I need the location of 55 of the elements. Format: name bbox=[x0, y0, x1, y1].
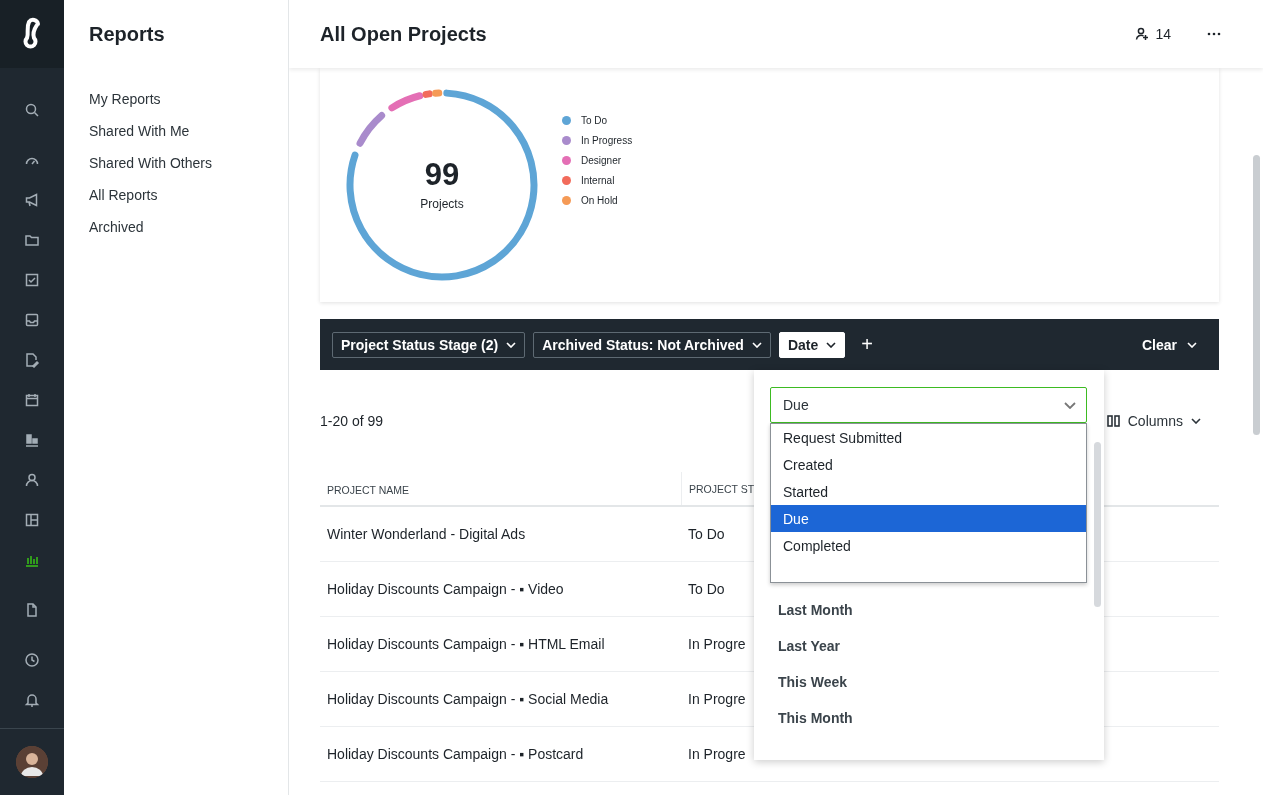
chevron-icon bbox=[506, 341, 517, 348]
dropdown-option[interactable]: Request Submitted bbox=[771, 424, 1086, 451]
dropdown-option[interactable]: Completed bbox=[771, 532, 1086, 559]
sidebar-title: Reports bbox=[88, 21, 166, 47]
avatar[interactable] bbox=[16, 746, 48, 778]
date-range-option[interactable]: Last Month bbox=[778, 600, 853, 620]
chevron-icon bbox=[826, 341, 837, 348]
chevron-icon bbox=[751, 341, 762, 348]
table-cell-text: In Progre bbox=[687, 636, 746, 652]
dropdown-option[interactable]: Started bbox=[771, 478, 1086, 505]
table-cell-text: To Do bbox=[687, 581, 725, 597]
scrollbar[interactable] bbox=[1253, 155, 1260, 435]
sidebar-item[interactable]: Shared With Me bbox=[89, 123, 190, 139]
sidebar-item[interactable]: Archived bbox=[89, 219, 144, 235]
table-cell-text: Holiday Discounts Campaign - ▪ Postcard bbox=[326, 746, 584, 762]
filter-chip[interactable]: Date bbox=[778, 331, 846, 358]
column-header[interactable]: PROJECT NAME bbox=[320, 483, 410, 496]
members-button[interactable]: 14 bbox=[1129, 25, 1177, 43]
columns-icon bbox=[1106, 415, 1120, 427]
clear-button[interactable]: Clear bbox=[1135, 335, 1207, 354]
page-title: All Open Projects bbox=[320, 22, 488, 46]
sidebar-item[interactable]: Shared With Others bbox=[89, 155, 212, 171]
legend-label: On Hold bbox=[581, 194, 618, 206]
legend-label: Designer bbox=[581, 154, 622, 166]
table-cell-text: In Progre bbox=[687, 746, 746, 762]
legend-label: In Progress bbox=[581, 134, 633, 146]
dropdown-option[interactable]: Due bbox=[771, 505, 1086, 532]
legend-label: To Do bbox=[581, 114, 608, 126]
table-cell-text: Holiday Discounts Campaign - ▪ Video bbox=[326, 581, 564, 597]
total-count: 99 bbox=[424, 159, 460, 190]
chevron-icon bbox=[1064, 401, 1076, 409]
table-cell-text: Holiday Discounts Campaign - ▪ Social Media bbox=[326, 691, 609, 707]
table-cell-text: In Progre bbox=[687, 691, 746, 707]
sidebar-item[interactable]: All Reports bbox=[89, 187, 158, 203]
date-range-option[interactable]: This Week bbox=[778, 672, 847, 692]
sidebar-item[interactable]: My Reports bbox=[89, 91, 161, 107]
legend-label: Internal bbox=[581, 174, 615, 186]
column-header[interactable]: PROJECT ST bbox=[682, 482, 755, 495]
total-label: Projects bbox=[420, 197, 464, 211]
add-user-icon bbox=[1135, 27, 1150, 41]
date-type-select[interactable]: Due bbox=[770, 387, 1087, 423]
add-filter-button[interactable]: + bbox=[853, 333, 881, 356]
table-cell-text: To Do bbox=[687, 526, 725, 542]
date-range-option[interactable]: This Month bbox=[778, 708, 853, 728]
dropdown-option[interactable]: Created bbox=[771, 451, 1086, 478]
columns-button[interactable]: Columns bbox=[1100, 412, 1207, 430]
chevron-icon bbox=[1187, 341, 1197, 348]
filter-chip[interactable]: Archived Status: Not Archived bbox=[533, 331, 771, 358]
table-cell-text: Holiday Discounts Campaign - ▪ HTML Email bbox=[326, 636, 605, 652]
result-count: 1-20 of 99 bbox=[320, 413, 385, 429]
filter-chip[interactable]: Project Status Stage (2) bbox=[332, 331, 526, 358]
date-range-option[interactable]: Last Year bbox=[778, 636, 840, 656]
table-cell-text: Winter Wonderland - Digital Ads bbox=[326, 526, 526, 542]
chevron-icon bbox=[1191, 418, 1201, 424]
scrollbar[interactable] bbox=[1094, 442, 1101, 607]
